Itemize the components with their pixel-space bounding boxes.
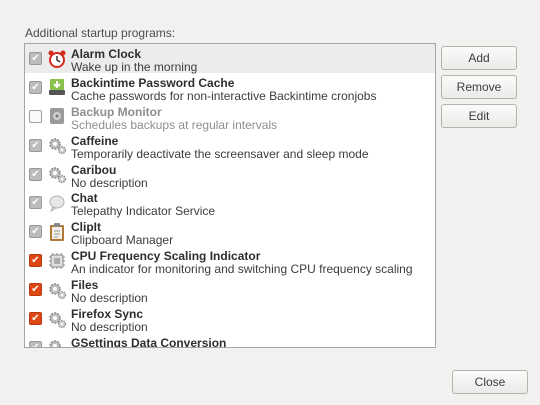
enabled-checkbox[interactable]: ✔	[29, 138, 42, 152]
program-name: Caribou	[71, 162, 117, 177]
close-button[interactable]: Close	[452, 370, 528, 394]
add-button[interactable]: Add	[441, 46, 517, 70]
enabled-checkbox[interactable]: ✔	[29, 52, 42, 65]
program-name: Alarm Clock	[71, 47, 142, 61]
startup-programs-list[interactable]: ✔ Alarm Clock Wake up in the morning ✔ Backi…	[24, 43, 436, 348]
enabled-checkbox[interactable]: ✔	[29, 312, 42, 326]
program-row[interactable]: ✔ CPU Frequency Scaling Indicator An indic…	[25, 246, 435, 277]
cpu-chip-icon	[46, 250, 67, 271]
program-row[interactable]: ✔ ClipIt Clipboard Manager	[25, 217, 435, 248]
gears-icon	[46, 135, 67, 156]
enabled-checkbox[interactable]: ✔	[29, 167, 42, 181]
program-row[interactable]: ✔ GSettings Data Conversion	[25, 333, 435, 348]
edit-button[interactable]: Edit	[441, 104, 517, 128]
program-row[interactable]: ✔ Alarm Clock Wake up in the morning	[25, 44, 435, 74]
program-name: ClipIt	[71, 220, 101, 235]
program-row[interactable]: ✔ Chat Telepathy Indicator Service	[25, 188, 435, 219]
program-description: No description	[71, 320, 148, 335]
program-name: Backup Monitor	[71, 104, 162, 119]
program-description: Wake up in the morning	[71, 60, 198, 74]
enabled-checkbox[interactable]: ✔	[29, 80, 42, 94]
chat-bubble-icon	[46, 192, 67, 213]
gears-icon	[46, 164, 67, 185]
enabled-checkbox[interactable]: ✔	[29, 109, 42, 123]
alarm-clock-icon	[46, 48, 67, 69]
program-description: Telepathy Indicator Service	[71, 204, 216, 219]
program-row[interactable]: ✔ Backup MonitorSchedules backups at regu…	[25, 102, 435, 132]
download-arrow-icon	[46, 77, 67, 98]
program-description: Cache passwords for non-interactive Back…	[71, 88, 377, 103]
enabled-checkbox[interactable]: ✔	[29, 254, 42, 268]
program-row[interactable]: ✔ Caribou No description	[25, 160, 435, 190]
enabled-checkbox[interactable]: ✔	[29, 225, 42, 239]
enabled-checkbox[interactable]: ✔	[29, 340, 42, 347]
startup-programs-heading: Additional startup programs:	[25, 26, 176, 40]
remove-button[interactable]: Remove	[441, 75, 517, 99]
program-name: Caffeine	[71, 133, 119, 148]
program-row[interactable]: ✔ Backintime Password Cache Cache password…	[25, 73, 435, 103]
program-row[interactable]: ✔ Caffeine Temporarily deactivate the scre…	[25, 131, 435, 161]
backup-monitor-icon	[46, 106, 67, 127]
program-description: Schedules backups at regular intervals	[71, 117, 278, 132]
program-name: CPU Frequency Scaling Indicator	[71, 249, 261, 264]
enabled-checkbox[interactable]: ✔	[29, 283, 42, 297]
program-description: An indicator for monitoring and switchin…	[71, 262, 413, 277]
enabled-checkbox[interactable]: ✔	[29, 196, 42, 210]
program-description: No description	[71, 291, 148, 306]
program-row[interactable]: ✔ Files No description	[25, 275, 435, 306]
gears-icon	[46, 279, 67, 300]
program-name: Firefox Sync	[71, 307, 144, 322]
program-name: Backintime Password Cache	[71, 75, 235, 90]
program-description: Temporarily deactivate the screensaver a…	[71, 146, 369, 161]
program-description: No description	[71, 175, 148, 190]
gears-icon	[46, 337, 67, 347]
program-row[interactable]: ✔ Firefox Sync No description	[25, 304, 435, 335]
program-description: Clipboard Manager	[71, 233, 174, 248]
program-name: GSettings Data Conversion	[71, 335, 227, 348]
program-name: Chat	[71, 191, 98, 206]
clipboard-icon	[46, 221, 67, 242]
program-name: Files	[71, 278, 99, 293]
gears-icon	[46, 308, 67, 329]
